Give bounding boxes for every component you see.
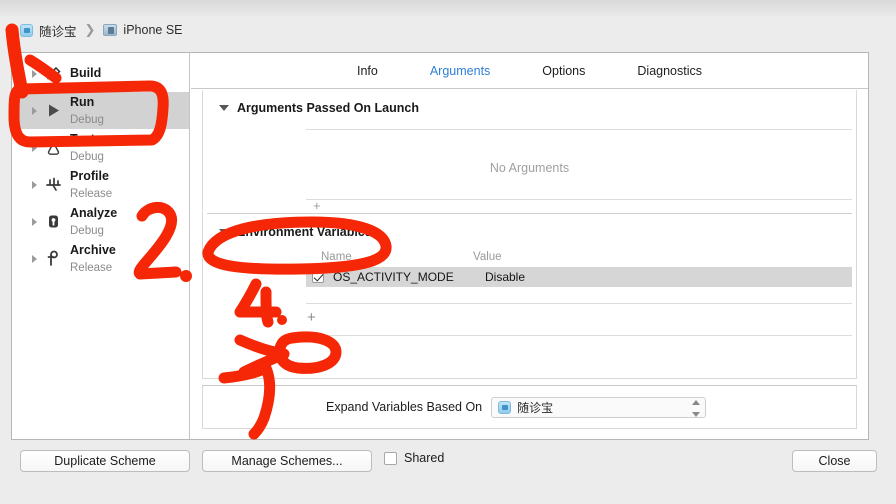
add-argument-button[interactable]: +	[313, 199, 321, 212]
breadcrumb-project[interactable]: 随诊宝	[20, 21, 77, 40]
arguments-section-header[interactable]: Arguments Passed On Launch	[203, 90, 856, 121]
divider	[306, 335, 852, 336]
breadcrumb-project-label: 随诊宝	[39, 24, 77, 39]
scheme-action-sidebar: Build Run Debug Test Debug Profile Relea…	[12, 53, 190, 439]
divider	[306, 129, 852, 130]
disclosure-triangle-icon[interactable]	[32, 180, 37, 189]
window-titlebar	[0, 0, 896, 16]
sidebar-item-profile[interactable]: Profile Release	[12, 166, 189, 203]
breadcrumb-separator-icon: ❯	[84, 22, 96, 37]
duplicate-scheme-button[interactable]: Duplicate Scheme	[20, 450, 190, 472]
environment-section-header[interactable]: Environment Variables	[203, 214, 856, 245]
shared-label: Shared	[404, 451, 445, 465]
breadcrumb: 随诊宝 ❯ iPhone SE	[0, 16, 896, 44]
arguments-list: No Arguments +	[203, 121, 856, 213]
test-flask-icon	[45, 138, 62, 157]
scheme-editor-panel: Build Run Debug Test Debug Profile Relea…	[11, 52, 869, 440]
column-header-name: Name	[321, 251, 352, 263]
analyze-scope-icon	[45, 212, 62, 231]
table-row[interactable]: OS_ACTIVITY_MODE Disable	[306, 267, 852, 287]
add-environment-variable-button[interactable]: +	[307, 310, 316, 325]
close-button[interactable]: Close	[792, 450, 877, 472]
row-variable-name[interactable]: OS_ACTIVITY_MODE	[333, 270, 485, 284]
disclosure-triangle-down-icon[interactable]	[219, 229, 229, 235]
shared-checkbox[interactable]	[384, 451, 397, 465]
sidebar-item-label: Run	[70, 94, 95, 109]
sidebar-item-analyze[interactable]: Analyze Debug	[12, 203, 189, 240]
archive-icon	[45, 249, 62, 268]
manage-schemes-button[interactable]: Manage Schemes...	[202, 450, 372, 472]
disclosure-triangle-icon[interactable]	[32, 217, 37, 226]
breadcrumb-device[interactable]: iPhone SE	[103, 23, 183, 37]
disclosure-triangle-icon[interactable]	[32, 106, 37, 115]
tab-bar: Info Arguments Options Diagnostics	[191, 53, 868, 89]
sidebar-item-label: Archive	[70, 242, 116, 257]
app-icon	[20, 23, 33, 37]
environment-table-header: Name Value	[203, 245, 856, 267]
device-icon	[103, 24, 118, 36]
column-header-value: Value	[473, 251, 502, 263]
sidebar-item-label: Test	[70, 131, 95, 146]
app-icon	[498, 400, 512, 414]
sidebar-item-archive[interactable]: Archive Release	[12, 240, 189, 277]
divider	[306, 303, 852, 304]
footer-bar: Duplicate Scheme Manage Schemes... Share…	[0, 440, 896, 504]
scheme-detail-content: Info Arguments Options Diagnostics Argum…	[191, 53, 868, 439]
sidebar-item-label: Profile	[70, 168, 109, 183]
divider	[306, 199, 852, 200]
environment-list-footer: +	[203, 287, 856, 345]
sidebar-item-sublabel: Debug	[70, 150, 104, 163]
disclosure-triangle-down-icon[interactable]	[219, 105, 229, 111]
sidebar-item-label: Build	[70, 66, 102, 81]
expand-variables-label: Expand Variables Based On	[326, 400, 483, 414]
sidebar-item-sublabel: Release	[70, 187, 113, 200]
build-hammer-icon	[45, 64, 62, 83]
environment-section-title: Environment Variables	[237, 225, 372, 239]
expand-variables-bar: Expand Variables Based On 随诊宝	[202, 385, 857, 429]
profile-gauge-icon	[45, 175, 62, 194]
xcode-scheme-editor-window: 随诊宝 ❯ iPhone SE Build Run Debug Test Deb…	[0, 0, 896, 504]
disclosure-triangle-icon[interactable]	[32, 69, 37, 78]
disclosure-triangle-icon[interactable]	[32, 254, 37, 263]
no-arguments-placeholder: No Arguments	[489, 161, 570, 175]
row-enabled-checkbox[interactable]	[312, 271, 324, 283]
sidebar-item-run[interactable]: Run Debug	[12, 92, 189, 129]
tab-diagnostics[interactable]: Diagnostics	[637, 64, 702, 78]
shared-checkbox-group[interactable]: Shared	[384, 451, 444, 465]
arguments-section-title: Arguments Passed On Launch	[237, 101, 419, 115]
sidebar-item-test[interactable]: Test Debug	[12, 129, 189, 166]
sidebar-item-sublabel: Release	[70, 261, 113, 274]
arguments-pane: Arguments Passed On Launch No Arguments …	[202, 90, 857, 379]
sidebar-item-build[interactable]: Build	[12, 55, 189, 92]
row-variable-value[interactable]: Disable	[485, 270, 525, 284]
sidebar-item-sublabel: Debug	[70, 224, 104, 237]
tab-arguments[interactable]: Arguments	[430, 64, 490, 78]
chevron-updown-icon[interactable]	[691, 399, 700, 417]
tab-info[interactable]: Info	[357, 64, 378, 78]
disclosure-triangle-icon[interactable]	[32, 143, 37, 152]
sidebar-item-sublabel: Debug	[70, 113, 104, 126]
tab-options[interactable]: Options	[542, 64, 585, 78]
run-play-icon	[45, 101, 62, 120]
breadcrumb-device-label: iPhone SE	[123, 23, 183, 37]
sidebar-item-label: Analyze	[70, 205, 118, 220]
expand-variables-selected-value: 随诊宝	[517, 400, 554, 415]
expand-variables-select[interactable]: 随诊宝	[491, 396, 707, 418]
